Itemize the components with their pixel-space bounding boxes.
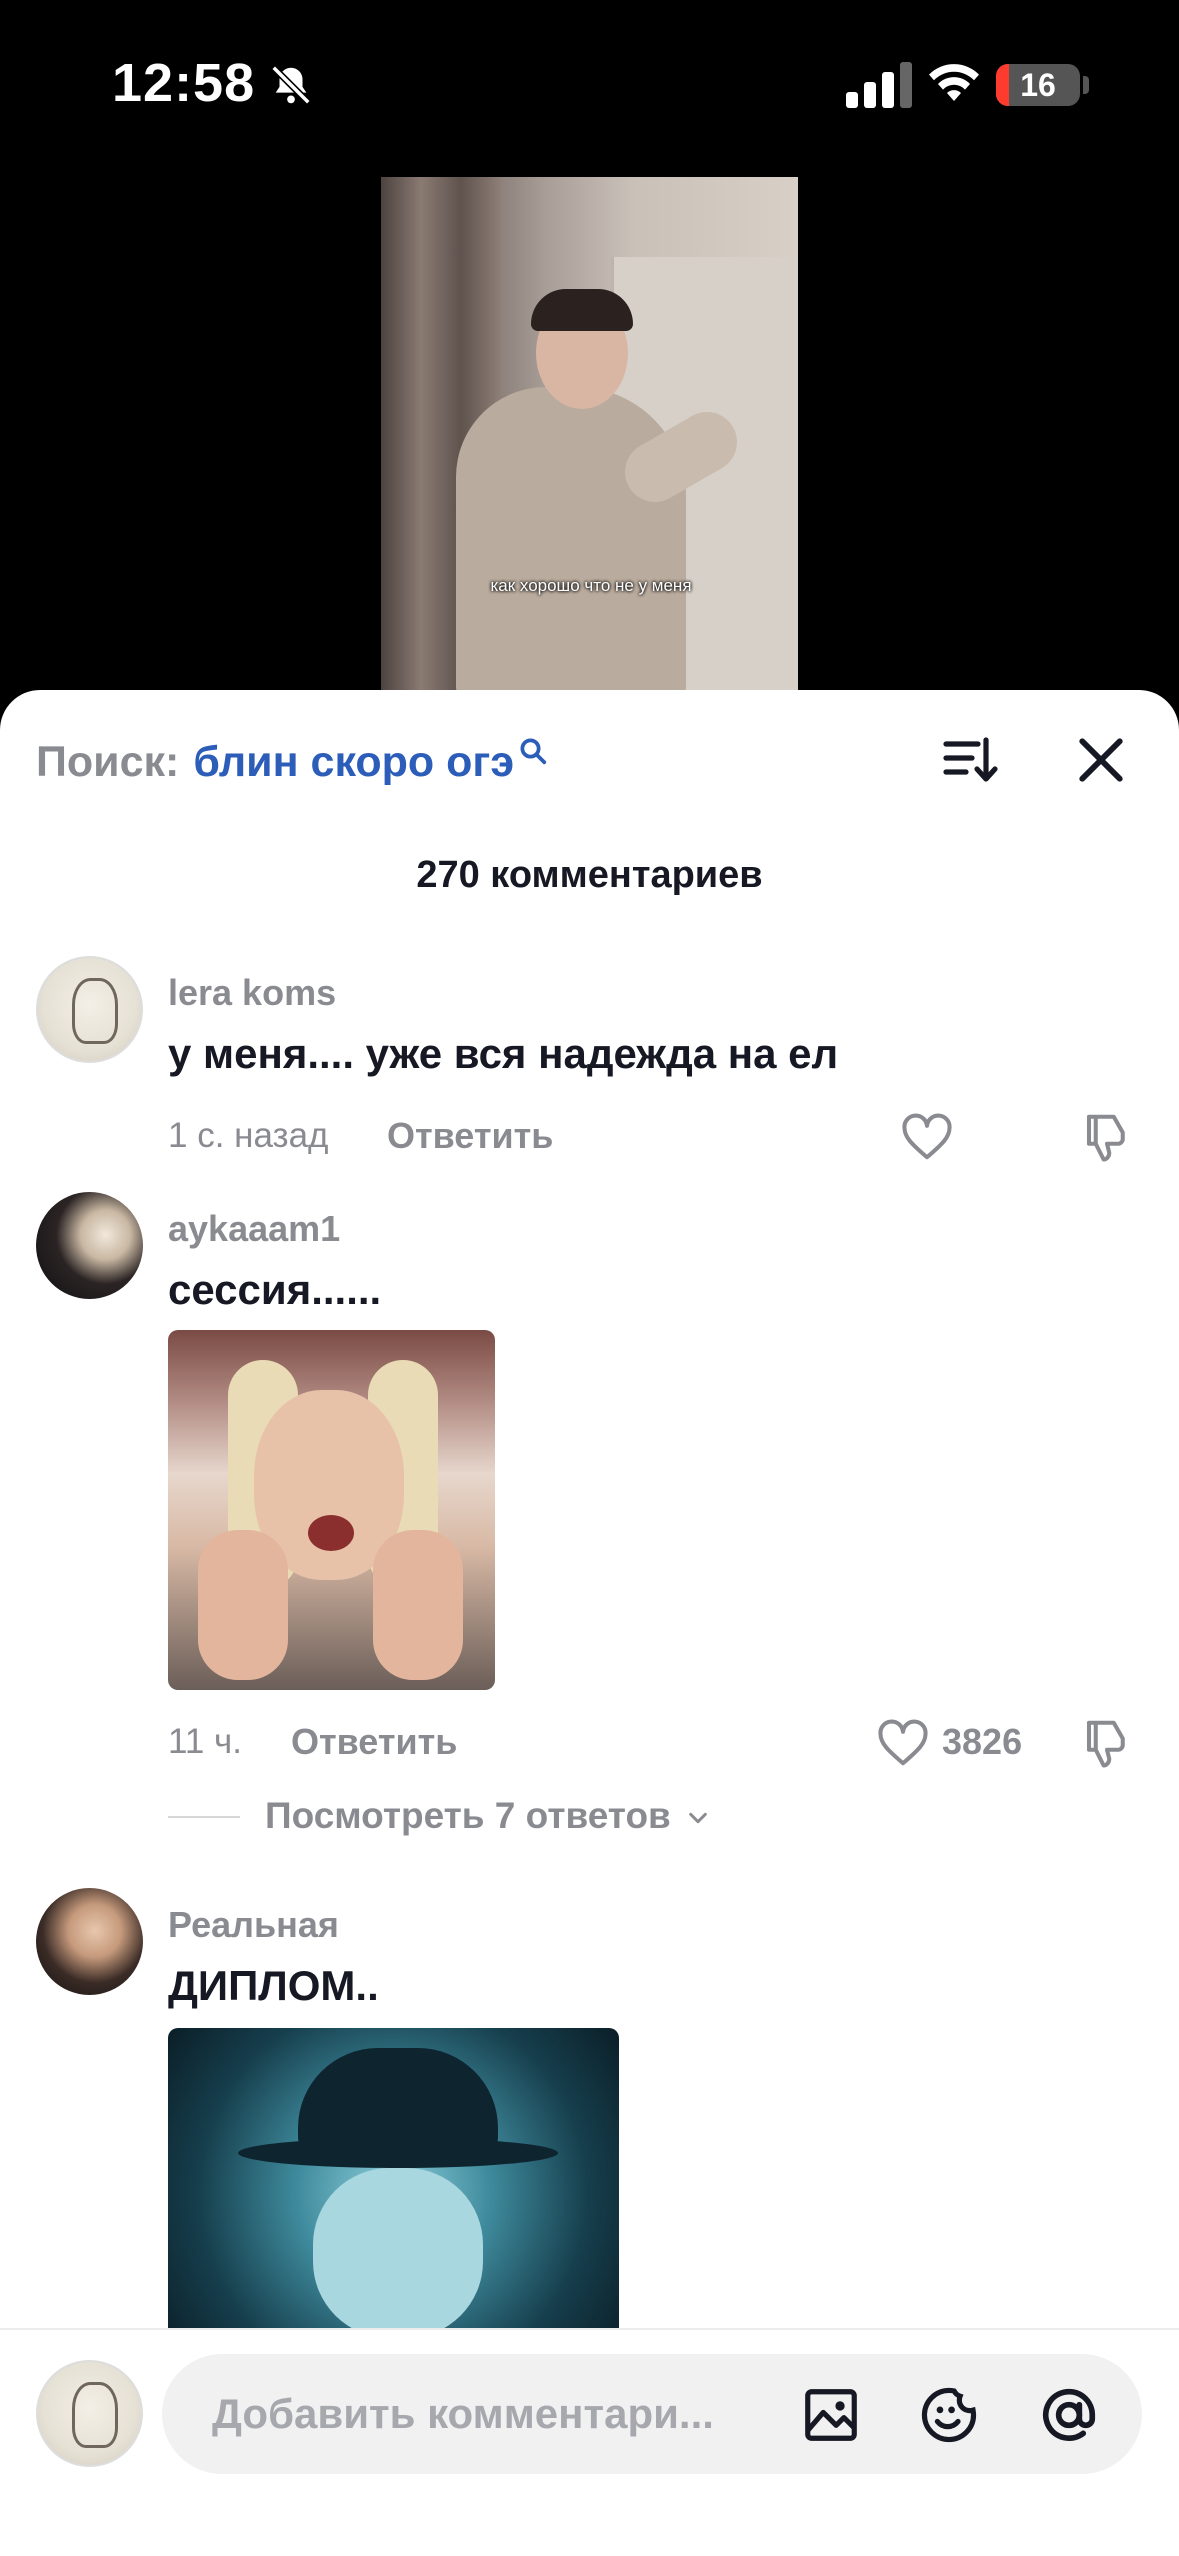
- comment-username[interactable]: Реальная: [168, 1904, 339, 1946]
- image-shape: [313, 2168, 483, 2328]
- comment-image[interactable]: [168, 1330, 495, 1690]
- dislike-icon[interactable]: [1080, 1110, 1134, 1164]
- comment-item: Реальная ДИПЛОМ..: [0, 1886, 1179, 2346]
- search-query-link[interactable]: блин скоро огэ: [193, 738, 514, 787]
- reply-button[interactable]: Ответить: [291, 1721, 457, 1763]
- search-icon: [520, 738, 547, 765]
- comment-input-placeholder: Добавить комментари...: [212, 2390, 714, 2437]
- comment-username[interactable]: lera koms: [168, 972, 336, 1014]
- avatar: [36, 2360, 143, 2467]
- heart-icon[interactable]: [900, 1112, 954, 1162]
- image-shape: [373, 1530, 463, 1680]
- like-count: 3826: [942, 1721, 1023, 1762]
- battery-level-text: 16: [1020, 67, 1056, 103]
- comment-text: сессия......: [168, 1266, 382, 1313]
- chevron-down-icon: [689, 1813, 707, 1824]
- view-replies-label: Посмотреть 7 ответов: [265, 1795, 671, 1836]
- search-prefix: Поиск:: [36, 737, 180, 786]
- dislike-icon[interactable]: [1080, 1716, 1134, 1770]
- heart-icon[interactable]: [876, 1718, 930, 1768]
- emoji-icon[interactable]: [918, 2384, 980, 2446]
- image-shape: [308, 1515, 354, 1551]
- avatar[interactable]: [36, 1192, 143, 1299]
- comment-image[interactable]: [168, 2028, 619, 2328]
- reply-button[interactable]: Ответить: [387, 1115, 553, 1157]
- comment-text: у меня.... уже вся надежда на ел: [168, 1030, 839, 1077]
- wifi-icon: [929, 64, 979, 101]
- video-preview[interactable]: как хорошо что не у меня: [381, 177, 798, 697]
- video-person-body: [456, 387, 686, 697]
- view-replies-button[interactable]: Посмотреть 7 ответов: [265, 1795, 709, 1837]
- battery-icon: 16: [996, 64, 1080, 106]
- comment-item: aykaaam1 сессия...... 11 ч. Ответить 382…: [0, 1190, 1179, 1870]
- bell-off-icon: [271, 65, 311, 105]
- video-person-hair: [531, 289, 633, 331]
- image-icon[interactable]: [800, 2384, 862, 2446]
- mention-icon[interactable]: [1038, 2384, 1100, 2446]
- status-bar: 12:58 16: [0, 0, 1179, 170]
- image-shape: [298, 2048, 498, 2148]
- comments-count: 270 комментариев: [416, 854, 763, 896]
- comment-item: lera koms у меня.... уже вся надежда на …: [0, 954, 1179, 1174]
- video-caption: как хорошо что не у меня: [490, 576, 692, 595]
- replies-divider: [168, 1816, 240, 1818]
- comment-input[interactable]: Добавить комментари...: [162, 2354, 1142, 2474]
- comment-username[interactable]: aykaaam1: [168, 1208, 340, 1250]
- search-suggestion[interactable]: Поиск: блин скоро огэ: [36, 732, 548, 792]
- image-shape: [198, 1530, 288, 1680]
- status-time: 12:58: [112, 53, 256, 113]
- battery-cap: [1083, 76, 1089, 94]
- comment-time: 11 ч.: [168, 1722, 243, 1761]
- avatar[interactable]: [36, 1888, 143, 1995]
- avatar[interactable]: [36, 956, 143, 1063]
- comment-text: ДИПЛОМ..: [168, 1962, 379, 2009]
- close-icon[interactable]: [1076, 730, 1126, 790]
- sort-icon[interactable]: [940, 730, 1000, 790]
- comment-composer: Добавить комментари...: [0, 2328, 1179, 2556]
- comment-time: 1 с. назад: [168, 1116, 329, 1155]
- signal-icon: [846, 62, 912, 108]
- comments-sheet: Поиск: блин скоро огэ 270 комментариев l…: [0, 690, 1179, 2556]
